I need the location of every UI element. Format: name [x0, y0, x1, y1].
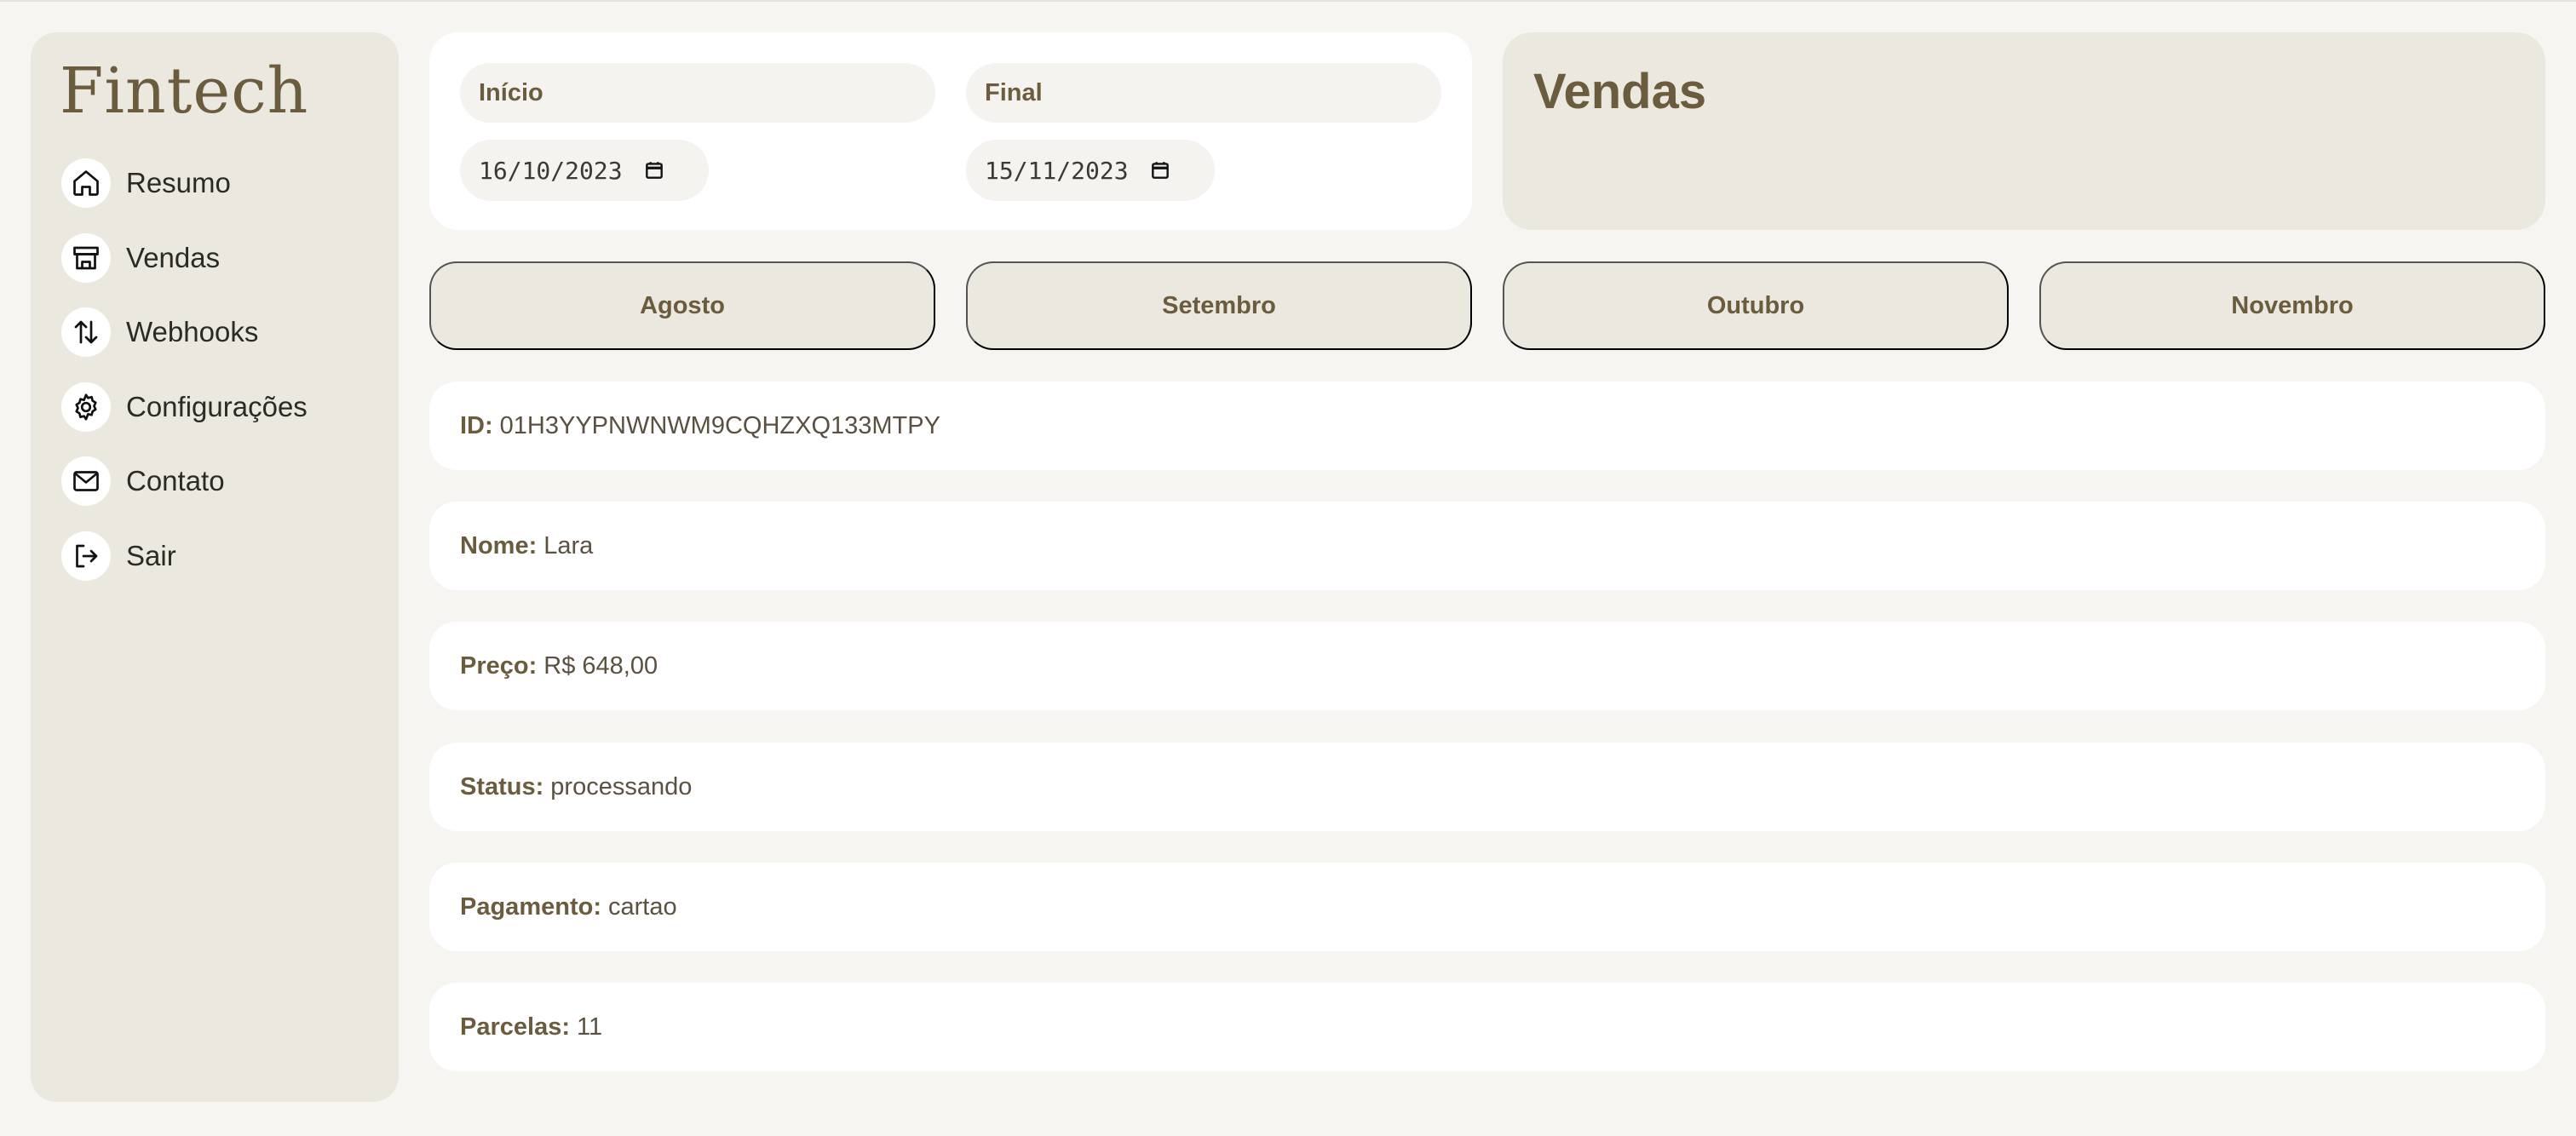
arrows-up-down-icon: [61, 307, 111, 357]
start-date-group: Início 16/10/2023: [460, 63, 935, 201]
sidebar-nav: Resumo Vendas Webhooks Configurações Con…: [61, 158, 308, 605]
logout-icon: [61, 531, 111, 581]
calendar-icon[interactable]: [1149, 159, 1171, 181]
sidebar-item-label: Sair: [126, 539, 176, 571]
field-label: Parcelas:: [460, 1013, 570, 1041]
page-title: Vendas: [1533, 64, 1707, 119]
sidebar-item-resumo[interactable]: Resumo: [61, 158, 308, 208]
home-icon: [61, 158, 111, 208]
sidebar-item-label: Contato: [126, 465, 225, 496]
sidebar-item-label: Configurações: [126, 390, 308, 422]
field-label: Preço:: [460, 651, 538, 680]
sidebar-item-label: Resumo: [126, 167, 231, 198]
field-label: Pagamento:: [460, 892, 601, 921]
end-date-input[interactable]: 15/11/2023: [966, 140, 1215, 201]
sidebar-item-vendas[interactable]: Vendas: [61, 232, 308, 283]
sale-installments-value: 11: [577, 1013, 603, 1041]
sale-payment-value: cartao: [607, 892, 677, 921]
sidebar-item-configuracoes[interactable]: Configurações: [61, 382, 308, 432]
sale-id-value: 01H3YYPNWNWM9CQHZXQ133MTPY: [499, 411, 940, 439]
sale-status-row: Status: processando: [429, 743, 2545, 831]
start-date-value: 16/10/2023: [479, 156, 623, 185]
sidebar-item-webhooks[interactable]: Webhooks: [61, 307, 308, 357]
store-icon: [61, 232, 111, 283]
sidebar: Fintech Resumo Vendas Webhooks Configura…: [31, 32, 399, 1102]
mail-icon: [61, 456, 111, 506]
sale-id-row: ID: 01H3YYPNWNWM9CQHZXQ133MTPY: [429, 382, 2545, 470]
gear-icon: [61, 382, 111, 432]
field-label: Status:: [460, 772, 544, 800]
month-button-novembro[interactable]: Novembro: [2039, 261, 2545, 350]
page-title-card: Vendas: [1503, 32, 2545, 230]
top-border: [0, 0, 2576, 2]
calendar-icon[interactable]: [643, 159, 665, 181]
sidebar-item-sair[interactable]: Sair: [61, 531, 308, 581]
end-date-value: 15/11/2023: [985, 156, 1129, 185]
start-date-input[interactable]: 16/10/2023: [460, 140, 709, 201]
sidebar-item-label: Vendas: [126, 241, 221, 273]
end-date-label: Final: [966, 63, 1441, 123]
sale-name-row: Nome: Lara: [429, 502, 2545, 590]
sale-payment-row: Pagamento: cartao: [429, 863, 2545, 951]
month-button-agosto[interactable]: Agosto: [429, 261, 935, 350]
sale-name-value: Lara: [543, 531, 594, 559]
start-date-label: Início: [460, 63, 935, 123]
app-logo: Fintech: [60, 55, 309, 128]
end-date-group: Final 15/11/2023: [966, 63, 1441, 201]
month-button-setembro[interactable]: Setembro: [966, 261, 1472, 350]
field-label: ID:: [460, 411, 493, 439]
sidebar-item-contato[interactable]: Contato: [61, 456, 308, 506]
sale-price-value: R$ 648,00: [543, 651, 658, 680]
sidebar-item-label: Webhooks: [126, 316, 259, 347]
month-button-outubro[interactable]: Outubro: [1503, 261, 2009, 350]
sale-installments-row: Parcelas: 11: [429, 983, 2545, 1071]
sale-price-row: Preço: R$ 648,00: [429, 622, 2545, 710]
sale-status-value: processando: [550, 772, 693, 800]
date-range-filter: Início 16/10/2023 Final 15/11/2023: [429, 32, 1472, 230]
field-label: Nome:: [460, 531, 538, 559]
